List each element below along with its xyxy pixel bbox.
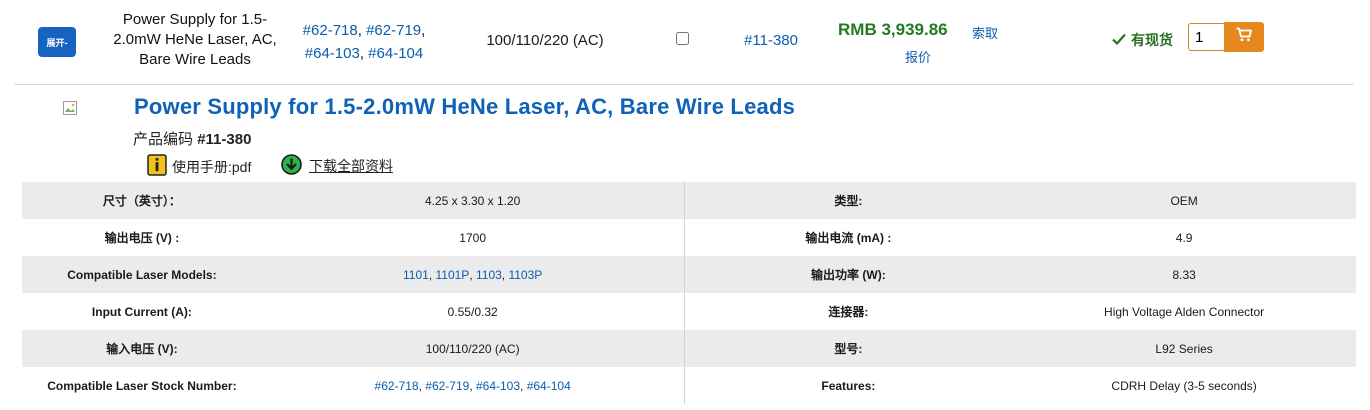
variant-link[interactable]: #62-718 [303,22,358,39]
spec-value: 1101, 1101P, 1103, 1103P [262,256,685,293]
spec-value: High Voltage Alden Connector [1104,304,1265,319]
product-title: Power Supply for 1.5-2.0mW HeNe Laser, A… [134,94,796,119]
spec-label: Features: [821,378,876,393]
spec-value: 0.55/0.32 [262,293,685,330]
spec-row: 尺寸（英寸）： 4.25 x 3.30 x 1.20 类型: OEM [22,182,1356,219]
laser-model-link[interactable]: 1103P [508,268,542,282]
request-quote-link-line2[interactable]: 报价 [905,47,931,66]
laser-model-link[interactable]: 1103 [476,268,502,282]
stock-number-link[interactable]: #64-104 [527,379,571,393]
stock-status: 有现货 [1112,30,1173,50]
pdf-icon [147,154,167,179]
variant-link[interactable]: #64-104 [368,45,423,62]
spec-label: Compatible Laser Stock Number: [47,378,237,393]
spec-row: Compatible Laser Models: 1101, 1101P, 11… [22,256,1356,293]
product-name: Power Supply for 1.5-2.0mW HeNe Laser, A… [113,11,277,68]
spec-label: Input Current (A): [91,304,192,319]
broken-image-icon [63,101,77,115]
stock-number-link[interactable]: #62-719 [425,379,469,393]
check-icon [1112,32,1126,48]
laser-model-link[interactable]: 1101P [436,268,470,282]
compare-checkbox[interactable] [676,32,689,45]
quantity-input[interactable] [1188,23,1224,51]
spec-row: 输出电压 (V) : 1700 输出电流 (mA) : 4.9 [22,219,1356,256]
spec-label: 类型: [834,194,863,208]
spec-value: L92 Series [1155,341,1213,356]
spec-label: 型号: [834,342,863,356]
spec-value: OEM [1170,193,1198,208]
spec-value: 4.9 [1175,230,1193,245]
variant-link[interactable]: #62-719 [366,22,421,39]
product-code: 产品编码 #11-380 [133,128,251,149]
manual-link[interactable]: 使用手册:pdf [147,154,251,179]
cart-icon [1236,27,1252,47]
product-row: 展开- Power Supply for 1.5-2.0mW HeNe Lase… [0,0,1370,84]
spec-label: 连接器: [828,305,869,319]
spec-value: 4.25 x 3.30 x 1.20 [262,182,685,219]
request-quote-link[interactable]: 索取 [972,23,998,42]
stock-status-label: 有现货 [1131,32,1173,48]
spec-row: Input Current (A): 0.55/0.32 连接器: High V… [22,293,1356,330]
stock-number-link[interactable]: #11-380 [740,32,802,49]
stock-number-link[interactable]: #64-103 [476,379,520,393]
variant-link[interactable]: #64-103 [305,45,360,62]
spec-value: CDRH Delay (3-5 seconds) [1111,378,1257,393]
add-to-cart-button[interactable] [1224,22,1264,52]
spec-row: Compatible Laser Stock Number: #62-718, … [22,367,1356,404]
spec-table: 尺寸（英寸）： 4.25 x 3.30 x 1.20 类型: OEM 输出电压 … [22,182,1356,404]
row-divider [14,84,1354,85]
manual-label: 使用手册:pdf [172,158,252,175]
spec-label: 输出功率 (W): [811,268,886,282]
spec-value: 1700 [262,219,685,256]
price: RMB 3,939.86 [838,20,948,39]
spec-label: 尺寸（英寸）： [102,194,181,208]
spec-value: 8.33 [1172,267,1196,282]
spec-label: 输出电流 (mA) : [805,231,892,245]
product-code-label: 产品编码 [133,131,194,148]
spec-value: 100/110/220 (AC) [262,330,685,367]
input-voltage: 100/110/220 (AC) [486,32,604,49]
spec-row: 输入电压 (V): 100/110/220 (AC) 型号: L92 Serie… [22,330,1356,367]
expand-button[interactable]: 展开- [38,27,76,57]
spec-label: 输入电压 (V): [106,342,178,356]
download-icon [281,154,302,178]
spec-label: 输出电压 (V) : [104,231,180,245]
stock-number-link[interactable]: #62-718 [375,379,419,393]
spec-label: Compatible Laser Models: [67,267,217,282]
laser-model-link[interactable]: 1101 [403,268,429,282]
download-all-link[interactable]: 下载全部资料 [281,154,393,178]
spec-value: #62-718, #62-719, #64-103, #64-104 [262,367,685,404]
download-all-label: 下载全部资料 [309,158,393,174]
product-code-value: #11-380 [197,131,252,148]
variant-links: #62-718, #62-719, #64-103, #64-104 [302,22,426,62]
